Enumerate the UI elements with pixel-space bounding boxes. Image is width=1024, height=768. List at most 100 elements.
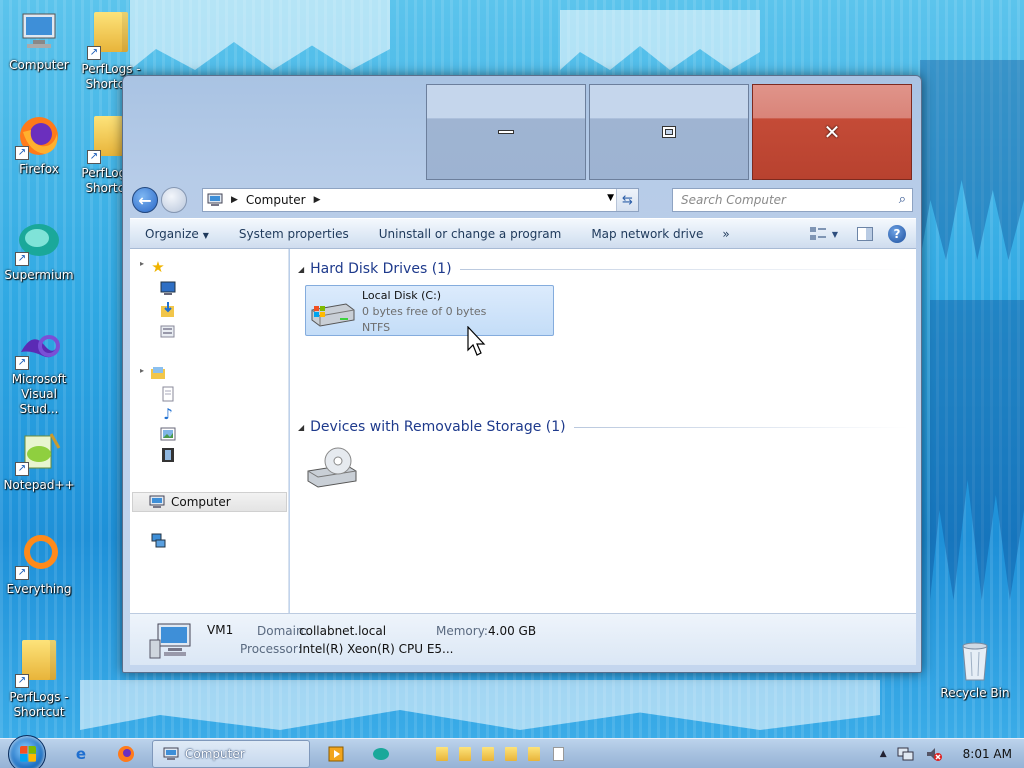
organize-menu[interactable]: Organize ▼ xyxy=(130,227,224,241)
internet-explorer-icon[interactable]: e xyxy=(70,743,92,765)
wallpaper-pattern xyxy=(130,0,390,70)
address-dropdown-icon[interactable]: ▼ xyxy=(607,193,614,203)
firefox-icon: ↗ xyxy=(15,112,63,160)
computer-icon xyxy=(163,747,179,760)
computer-icon xyxy=(149,623,191,659)
everything-desktop-icon[interactable]: ↗ Everything xyxy=(1,532,77,597)
desktop-icon-label: Recycle Bin xyxy=(940,686,1010,700)
system-properties-button[interactable]: System properties xyxy=(224,227,364,241)
document-icon[interactable] xyxy=(553,747,564,761)
recent-places-nav-icon[interactable] xyxy=(160,323,176,339)
network-nav-icon[interactable] xyxy=(150,533,166,549)
explorer-window: ✕ ← ▶ Computer ▶ ▼ ⇆ Search Computer ⌕ O… xyxy=(122,75,922,673)
dvd-drive-icon xyxy=(307,447,357,488)
map-network-drive-button[interactable]: Map network drive xyxy=(576,227,718,241)
libraries-nav-icon[interactable] xyxy=(150,365,166,381)
start-button[interactable] xyxy=(8,735,46,768)
media-player-icon[interactable] xyxy=(325,743,347,765)
videos-nav-icon[interactable] xyxy=(160,447,176,463)
command-bar: Organize ▼ System properties Uninstall or… xyxy=(130,218,916,249)
folder-icon[interactable] xyxy=(436,747,448,761)
windows-logo-icon xyxy=(20,746,36,762)
search-input[interactable]: Search Computer ⌕ xyxy=(672,188,913,212)
uninstall-program-button[interactable]: Uninstall or change a program xyxy=(364,227,577,241)
close-button[interactable]: ✕ xyxy=(752,84,912,180)
volume-muted-icon[interactable] xyxy=(925,746,943,762)
wallpaper-pattern xyxy=(560,10,760,70)
taskbar-computer-window[interactable]: Computer xyxy=(152,740,310,768)
chevron-down-icon: ▼ xyxy=(202,230,209,240)
back-button[interactable]: ← xyxy=(132,187,158,213)
search-icon[interactable]: ⌕ xyxy=(899,192,906,207)
monitor-icon xyxy=(15,8,63,56)
maximize-icon xyxy=(662,126,676,138)
hard-drive-icon xyxy=(310,298,356,328)
refresh-button[interactable]: ⇆ xyxy=(616,189,638,211)
local-disk-c[interactable]: Local Disk (C:) 0 bytes free of 0 bytes … xyxy=(305,285,554,336)
desktop-nav-icon[interactable] xyxy=(160,281,176,297)
group-header-hard-disks[interactable]: ◢ Hard Disk Drives (1) xyxy=(298,260,908,278)
folder-icon[interactable] xyxy=(528,747,540,761)
perflogs-shortcut-3[interactable]: ↗ PerfLogs - Shortcut xyxy=(1,636,77,720)
organize-label: Organize xyxy=(145,226,199,241)
folder-icon[interactable] xyxy=(505,747,517,761)
group-title: Hard Disk Drives (1) xyxy=(310,261,452,277)
clock[interactable]: 8:01 AM xyxy=(963,747,1012,761)
firefox-taskbar-icon[interactable] xyxy=(115,743,137,765)
minimize-button[interactable] xyxy=(426,84,586,180)
desktop-icon-label: Notepad++ xyxy=(3,478,75,492)
supermium-desktop-icon[interactable]: ↗ Supermium xyxy=(1,218,77,283)
dvd-drive[interactable] xyxy=(306,445,358,493)
documents-nav-icon[interactable] xyxy=(160,386,176,402)
collapse-icon: ◢ xyxy=(298,264,305,274)
everything-icon: ↗ xyxy=(15,532,63,580)
computer-icon xyxy=(207,193,223,206)
help-button[interactable]: ? xyxy=(886,223,908,245)
computer-desktop-icon[interactable]: Computer xyxy=(1,8,77,73)
maximize-button[interactable] xyxy=(589,84,749,180)
search-placeholder: Search Computer xyxy=(681,193,786,207)
wallpaper-pattern xyxy=(80,680,880,730)
collapse-icon: ◢ xyxy=(298,422,305,432)
expand-icon[interactable]: ▸ xyxy=(140,259,144,268)
expand-icon[interactable]: ▸ xyxy=(140,366,144,375)
downloads-nav-icon[interactable] xyxy=(160,302,176,318)
wallpaper-pattern xyxy=(930,300,1024,600)
preview-pane-button[interactable] xyxy=(854,223,876,245)
pictures-nav-icon[interactable] xyxy=(160,427,176,443)
nav-item-computer[interactable]: Computer xyxy=(132,492,287,512)
breadcrumb-computer[interactable]: Computer xyxy=(246,193,306,207)
desktop-icon-label: Firefox xyxy=(19,162,59,176)
nav-item-label: Computer xyxy=(171,495,231,509)
minimize-icon xyxy=(498,130,514,134)
music-nav-icon[interactable]: ♪ xyxy=(160,406,176,422)
folder-icon[interactable] xyxy=(482,747,494,761)
more-commands-button[interactable]: » xyxy=(718,227,733,241)
desktop-icon-label: PerfLogs - Shortcut xyxy=(9,690,69,719)
view-icon xyxy=(809,227,826,240)
recycle-bin-desktop-icon[interactable]: Recycle Bin xyxy=(937,636,1013,701)
group-header-removable[interactable]: ◢ Devices with Removable Storage (1) xyxy=(298,418,908,436)
address-bar[interactable]: ▶ Computer ▶ ▼ ⇆ xyxy=(202,188,639,212)
folder-icon: ↗ xyxy=(15,640,63,688)
notepadpp-desktop-icon[interactable]: ↗ Notepad++ xyxy=(1,428,77,493)
taskbar: e Computer ▲ 8:01 AM xyxy=(0,735,1024,768)
show-hidden-icons-icon[interactable]: ▲ xyxy=(880,749,887,759)
visual-studio-desktop-icon[interactable]: ↗ Microsoft Visual Stud... xyxy=(1,322,77,417)
drive-free-space: 0 bytes free of 0 bytes xyxy=(362,305,487,318)
network-icon[interactable] xyxy=(897,746,915,762)
firefox-desktop-icon[interactable]: ↗ Firefox xyxy=(1,112,77,177)
desktop-icon-label: Everything xyxy=(6,582,72,596)
breadcrumb-arrow-icon[interactable]: ▶ xyxy=(314,195,321,205)
help-icon: ? xyxy=(888,225,906,243)
drive-name: Local Disk (C:) xyxy=(362,289,442,302)
favorites-star-icon[interactable]: ★ xyxy=(150,259,166,275)
notepadpp-icon: ↗ xyxy=(15,428,63,476)
wallpaper-pattern xyxy=(920,60,1024,260)
close-icon: ✕ xyxy=(823,120,841,144)
breadcrumb-arrow-icon[interactable]: ▶ xyxy=(231,195,238,205)
forward-button[interactable] xyxy=(161,187,187,213)
folder-icon[interactable] xyxy=(459,747,471,761)
change-view-button[interactable]: ▼ xyxy=(804,223,844,245)
supermium-taskbar-icon[interactable] xyxy=(370,743,392,765)
